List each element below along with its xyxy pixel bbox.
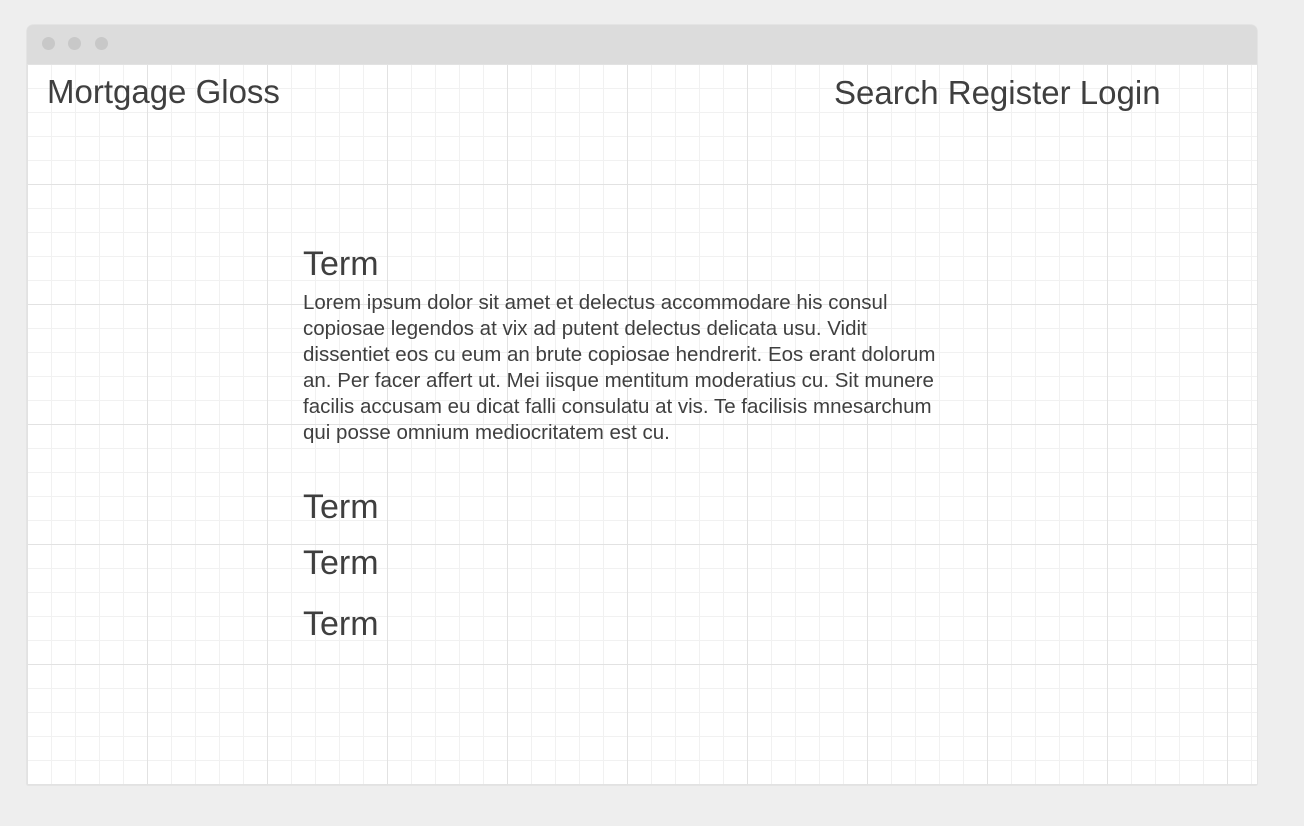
glossary-term[interactable]: Term xyxy=(303,487,379,527)
glossary-list: Term Lorem ipsum dolor sit amet et delec… xyxy=(303,244,943,643)
browser-window: Mortgage Gloss Search Register Login Ter… xyxy=(27,25,1257,785)
window-titlebar xyxy=(27,25,1257,64)
page-canvas: Mortgage Gloss Search Register Login Ter… xyxy=(27,64,1257,785)
window-minimize-dot[interactable] xyxy=(68,37,81,50)
window-close-dot[interactable] xyxy=(42,37,55,50)
site-brand[interactable]: Mortgage Gloss xyxy=(47,72,280,112)
glossary-term[interactable]: Term xyxy=(303,604,379,644)
glossary-entry: Term Lorem ipsum dolor sit amet et delec… xyxy=(303,244,943,446)
nav-search-link[interactable]: Search xyxy=(834,74,939,111)
glossary-definition: Lorem ipsum dolor sit amet et delectus a… xyxy=(303,291,936,444)
nav-register-link[interactable]: Register xyxy=(948,74,1071,111)
glossary-term[interactable]: Term xyxy=(303,244,943,284)
window-maximize-dot[interactable] xyxy=(95,37,108,50)
nav-login-link[interactable]: Login xyxy=(1080,74,1161,111)
top-nav: Search Register Login xyxy=(834,73,1161,113)
glossary-term[interactable]: Term xyxy=(303,543,379,583)
